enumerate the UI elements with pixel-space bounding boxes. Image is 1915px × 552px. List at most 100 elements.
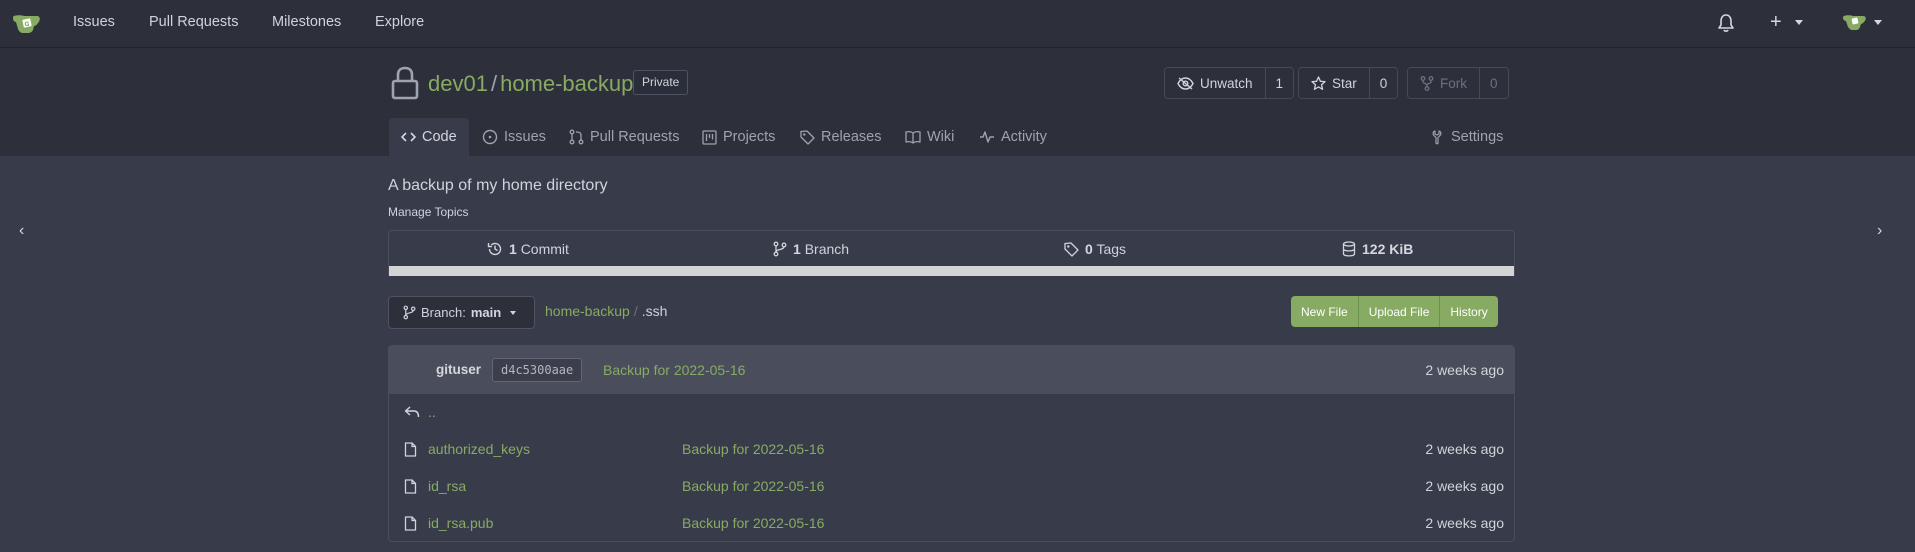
star-count[interactable]: 0 bbox=[1369, 68, 1398, 98]
upload-file-button[interactable]: Upload File bbox=[1358, 296, 1441, 327]
branch-icon bbox=[773, 241, 787, 257]
file-time: 2 weeks ago bbox=[1425, 478, 1504, 494]
branches-count: 1 bbox=[793, 241, 801, 257]
repo-description: A backup of my home directory bbox=[388, 177, 608, 194]
file-table: gituser d4c5300aae Backup for 2022-05-16… bbox=[388, 345, 1515, 542]
history-icon bbox=[487, 242, 502, 256]
tab-wiki[interactable]: Wiki bbox=[905, 118, 954, 156]
latest-commit-row: gituser d4c5300aae Backup for 2022-05-16… bbox=[389, 346, 1514, 394]
tag-icon bbox=[1064, 241, 1079, 257]
size-stat: 122 KiB bbox=[1342, 241, 1413, 257]
history-button[interactable]: History bbox=[1440, 296, 1498, 327]
star-icon bbox=[1311, 75, 1326, 90]
breadcrumb: home-backup / .ssh bbox=[545, 303, 667, 319]
tab-releases[interactable]: Releases bbox=[800, 118, 881, 156]
repo-owner-link[interactable]: dev01 bbox=[428, 71, 488, 96]
file-time: 2 weeks ago bbox=[1425, 515, 1504, 531]
nav-milestones-link[interactable]: Milestones bbox=[272, 13, 341, 31]
tab-activity[interactable]: Activity bbox=[979, 118, 1047, 156]
breadcrumb-divider: / bbox=[633, 303, 638, 319]
tag-icon bbox=[800, 129, 815, 145]
tab-projects[interactable]: Projects bbox=[702, 118, 775, 156]
branch-prefix: Branch: bbox=[421, 305, 466, 320]
eye-closed-icon bbox=[1177, 76, 1194, 90]
create-menu-chevron-down-icon[interactable] bbox=[1795, 20, 1803, 25]
unwatch-label: Unwatch bbox=[1200, 75, 1253, 91]
tab-issues-label: Issues bbox=[504, 129, 546, 145]
database-icon bbox=[1342, 241, 1356, 257]
repo-title: dev01/home-backup bbox=[428, 71, 633, 97]
user-avatar[interactable] bbox=[1843, 12, 1867, 32]
file-commit-message[interactable]: Backup for 2022-05-16 bbox=[682, 441, 824, 457]
nav-issues-link[interactable]: Issues bbox=[73, 13, 115, 31]
tags-count: 0 bbox=[1085, 241, 1093, 257]
tab-issues[interactable]: Issues bbox=[482, 118, 546, 156]
file-row[interactable]: id_rsa Backup for 2022-05-16 2 weeks ago bbox=[389, 468, 1514, 505]
fork-button[interactable]: Fork bbox=[1408, 68, 1480, 98]
unwatch-button[interactable]: Unwatch bbox=[1165, 68, 1266, 98]
pulse-icon bbox=[980, 131, 994, 143]
file-row[interactable]: id_rsa.pub Backup for 2022-05-16 2 weeks… bbox=[389, 505, 1514, 541]
file-icon bbox=[404, 442, 417, 457]
tab-wiki-label: Wiki bbox=[927, 129, 955, 145]
branch-icon bbox=[403, 305, 416, 320]
manage-topics-link[interactable]: Manage Topics bbox=[388, 205, 469, 219]
plus-icon[interactable]: + bbox=[1770, 12, 1782, 32]
tab-releases-label: Releases bbox=[821, 129, 882, 145]
file-icon bbox=[404, 516, 417, 531]
file-row[interactable]: authorized_keys Backup for 2022-05-16 2 … bbox=[389, 431, 1514, 468]
gitea-logo-icon[interactable]: G bbox=[12, 11, 42, 35]
tags-stat[interactable]: 0 Tags bbox=[1064, 241, 1126, 257]
pull-request-icon bbox=[569, 129, 584, 145]
tab-pull-requests[interactable]: Pull Requests bbox=[569, 118, 679, 156]
nav-pull-requests-link[interactable]: Pull Requests bbox=[149, 13, 238, 31]
file-name-link[interactable]: authorized_keys bbox=[428, 441, 530, 457]
language-bar[interactable] bbox=[389, 266, 1514, 276]
chevron-left-icon[interactable]: ‹ bbox=[19, 222, 24, 240]
fork-icon bbox=[1420, 75, 1434, 91]
code-icon bbox=[401, 132, 416, 142]
bell-icon[interactable] bbox=[1717, 13, 1735, 33]
file-name-link[interactable]: id_rsa.pub bbox=[428, 515, 493, 531]
commit-message[interactable]: Backup for 2022-05-16 bbox=[603, 362, 745, 378]
file-name-link[interactable]: id_rsa bbox=[428, 478, 466, 494]
star-button[interactable]: Star bbox=[1299, 68, 1370, 98]
watch-count[interactable]: 1 bbox=[1265, 68, 1294, 98]
commits-stat[interactable]: 1 Commit bbox=[487, 241, 569, 257]
tab-pull-requests-label: Pull Requests bbox=[590, 129, 680, 145]
tab-settings-label: Settings bbox=[1451, 129, 1504, 145]
chevron-down-icon bbox=[510, 310, 517, 315]
user-menu-chevron-down-icon[interactable] bbox=[1874, 20, 1882, 25]
private-badge: Private bbox=[633, 70, 689, 95]
commits-label: Commit bbox=[520, 241, 569, 257]
tab-code[interactable]: Code bbox=[389, 118, 469, 156]
commits-count: 1 bbox=[509, 241, 517, 257]
parent-dir-link[interactable]: .. bbox=[428, 404, 436, 420]
file-commit-message[interactable]: Backup for 2022-05-16 bbox=[682, 478, 824, 494]
repo-name-link[interactable]: home-backup bbox=[500, 71, 633, 96]
breadcrumb-root-link[interactable]: home-backup bbox=[545, 303, 630, 319]
breadcrumb-current: .ssh bbox=[641, 303, 668, 319]
chevron-right-icon[interactable]: › bbox=[1877, 222, 1882, 240]
tab-projects-label: Projects bbox=[723, 129, 776, 145]
lock-icon bbox=[391, 66, 419, 100]
parent-dir-row[interactable]: .. bbox=[389, 394, 1514, 431]
tags-label: Tags bbox=[1096, 241, 1127, 257]
file-commit-message[interactable]: Backup for 2022-05-16 bbox=[682, 515, 824, 531]
tools-icon bbox=[1432, 129, 1442, 144]
commit-sha[interactable]: d4c5300aae bbox=[492, 358, 583, 382]
branch-selector[interactable]: Branch: main bbox=[388, 296, 535, 329]
file-time: 2 weeks ago bbox=[1425, 441, 1504, 457]
project-icon bbox=[702, 129, 717, 145]
branches-stat[interactable]: 1 Branch bbox=[773, 241, 849, 257]
fork-count: 0 bbox=[1480, 68, 1508, 98]
tab-activity-label: Activity bbox=[1001, 129, 1047, 145]
new-file-button[interactable]: New File bbox=[1291, 296, 1359, 327]
commit-author[interactable]: gituser bbox=[436, 362, 481, 377]
nav-explore-link[interactable]: Explore bbox=[375, 13, 424, 31]
file-icon bbox=[404, 479, 417, 494]
reply-icon bbox=[404, 406, 420, 418]
repo-size: 122 KiB bbox=[1362, 241, 1414, 257]
tab-settings[interactable]: Settings bbox=[1431, 118, 1503, 156]
issue-icon bbox=[482, 129, 498, 145]
